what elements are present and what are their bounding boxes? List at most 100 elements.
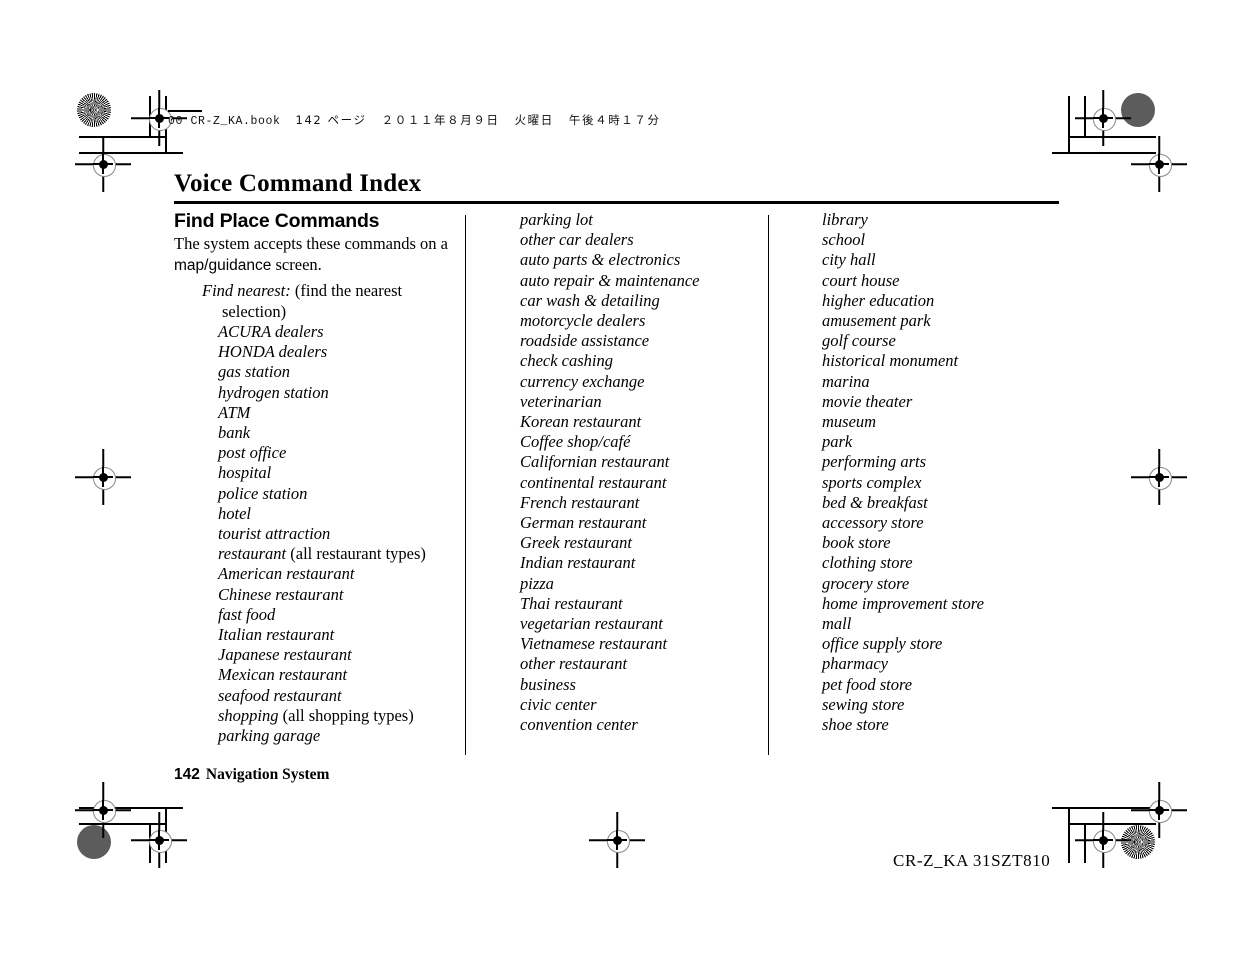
command-item-label: golf course xyxy=(822,331,896,351)
command-item-label: pizza xyxy=(520,573,554,593)
command-item: ATM xyxy=(174,403,454,423)
registration-crosshair-top-right-inner xyxy=(1075,90,1131,146)
command-item: school xyxy=(822,230,1102,250)
command-item-label: Coffee shop/café xyxy=(520,432,631,452)
command-item: bank xyxy=(174,423,454,443)
find-nearest-label-line: Find nearest: (find the nearest selection… xyxy=(174,281,454,322)
intro-text-part2: screen. xyxy=(271,254,322,274)
footer-left: 142 Navigation System xyxy=(174,766,329,784)
command-item-label: continental restaurant xyxy=(520,472,667,492)
find-nearest-group: Find nearest: (find the nearest selection… xyxy=(174,281,454,746)
command-item: marina xyxy=(822,372,1102,392)
print-header-page-label: 142 ページ xyxy=(295,113,367,127)
registration-crosshair-bottom-left-outer xyxy=(75,782,131,838)
command-item: amusement park xyxy=(822,311,1102,331)
command-item-label: vegetarian restaurant xyxy=(520,614,663,634)
command-item-note: (all restaurant types) xyxy=(286,544,426,564)
command-item: American restaurant xyxy=(174,564,454,584)
command-item: home improvement store xyxy=(822,594,1102,614)
command-item-label: Japanese restaurant xyxy=(218,645,352,665)
column-2-command-list: parking lot other car dealers auto parts &… xyxy=(520,210,800,735)
crop-bracket-bottom-right xyxy=(1044,785,1156,863)
command-item-label: American restaurant xyxy=(218,564,355,584)
command-item-label: parking lot xyxy=(520,210,593,229)
print-header-file: 00 CR-Z_KA.book xyxy=(168,115,281,128)
command-item: civic center xyxy=(520,695,800,715)
command-item: Korean restaurant xyxy=(520,412,800,432)
command-item-label: veterinarian xyxy=(520,391,602,411)
command-item-label: home improvement store xyxy=(822,593,984,613)
footer-page-number: 142 xyxy=(174,766,200,783)
command-item: fast food xyxy=(174,605,454,625)
command-item: hospital xyxy=(174,463,454,483)
command-item: Vietnamese restaurant xyxy=(520,634,800,654)
registration-crosshair-bottom-right-inner xyxy=(1075,812,1131,868)
command-item-label: auto parts & electronics xyxy=(520,250,681,270)
registration-crosshair-top-right-outer xyxy=(1131,136,1187,192)
command-item-label: Californian restaurant xyxy=(520,452,670,472)
command-item: hydrogen station xyxy=(174,383,454,403)
command-item: grocery store xyxy=(822,574,1102,594)
command-item: sports complex xyxy=(822,473,1102,493)
command-item: city hall xyxy=(822,250,1102,270)
command-item: ACURA dealers xyxy=(174,322,454,342)
command-item-label: business xyxy=(520,674,576,694)
command-item-label: school xyxy=(822,230,866,250)
command-item-label: ATM xyxy=(218,402,251,422)
command-item-label: Indian restaurant xyxy=(520,553,636,573)
command-item-label: civic center xyxy=(520,694,597,714)
crop-bracket-bottom-left xyxy=(79,785,191,863)
command-item-label: gas station xyxy=(218,362,290,382)
print-header-time: 午後４時１７分 xyxy=(568,113,661,127)
command-item: shopping (all shopping types) xyxy=(174,706,454,726)
command-item-label: post office xyxy=(218,443,287,463)
command-item: business xyxy=(520,675,800,695)
command-item: Indian restaurant xyxy=(520,553,800,573)
command-item-label: book store xyxy=(822,533,891,553)
intro-text-part1: The system accepts these commands on a xyxy=(174,234,448,254)
command-item-label: amusement park xyxy=(822,311,931,331)
command-item-label: police station xyxy=(218,483,308,503)
command-item-label: Thai restaurant xyxy=(520,593,623,613)
command-item-label: Greek restaurant xyxy=(520,533,632,553)
command-item-label: grocery store xyxy=(822,573,910,593)
command-item-label: seafood restaurant xyxy=(218,685,342,705)
command-item-label: parking garage xyxy=(218,726,321,746)
command-item: higher education xyxy=(822,291,1102,311)
registration-crosshair-middle-right xyxy=(1131,449,1187,505)
command-item: performing arts xyxy=(822,452,1102,472)
command-item: roadside assistance xyxy=(520,331,800,351)
command-item: convention center xyxy=(520,715,800,735)
command-item-label: fast food xyxy=(218,604,276,624)
command-item-label: historical monument xyxy=(822,351,959,371)
command-item: bed & breakfast xyxy=(822,493,1102,513)
command-item-label: accessory store xyxy=(822,513,924,533)
command-item-label: park xyxy=(822,432,853,452)
command-item-label: other restaurant xyxy=(520,654,628,674)
command-item-label: shopping xyxy=(218,705,279,725)
registration-crosshair-bottom-center xyxy=(589,812,645,868)
intro-ui-term: map/guidance xyxy=(174,256,272,274)
print-header-weekday: 火曜日 xyxy=(514,113,554,127)
command-item-label: movie theater xyxy=(822,391,913,411)
command-item: hotel xyxy=(174,504,454,524)
command-item-label: sewing store xyxy=(822,694,905,714)
command-item: court house xyxy=(822,271,1102,291)
command-item: Chinese restaurant xyxy=(174,585,454,605)
title-divider-rule xyxy=(174,201,1059,204)
column-1-command-list: ACURA dealers HONDA dealers gas station hyd… xyxy=(174,322,454,746)
command-item: office supply store xyxy=(822,634,1102,654)
command-item: auto parts & electronics xyxy=(520,250,800,270)
command-item: Mexican restaurant xyxy=(174,665,454,685)
command-item-label: shoe store xyxy=(822,715,889,735)
solid-circle-top-right xyxy=(1121,93,1155,127)
command-item: movie theater xyxy=(822,392,1102,412)
command-item-label: ACURA dealers xyxy=(218,322,324,342)
command-item: HONDA dealers xyxy=(174,342,454,362)
command-item: pizza xyxy=(520,574,800,594)
command-item-label: hotel xyxy=(218,503,251,523)
command-item: currency exchange xyxy=(520,372,800,392)
command-item-label: higher education xyxy=(822,290,935,310)
command-item: gas station xyxy=(174,362,454,382)
command-item: park xyxy=(822,432,1102,452)
